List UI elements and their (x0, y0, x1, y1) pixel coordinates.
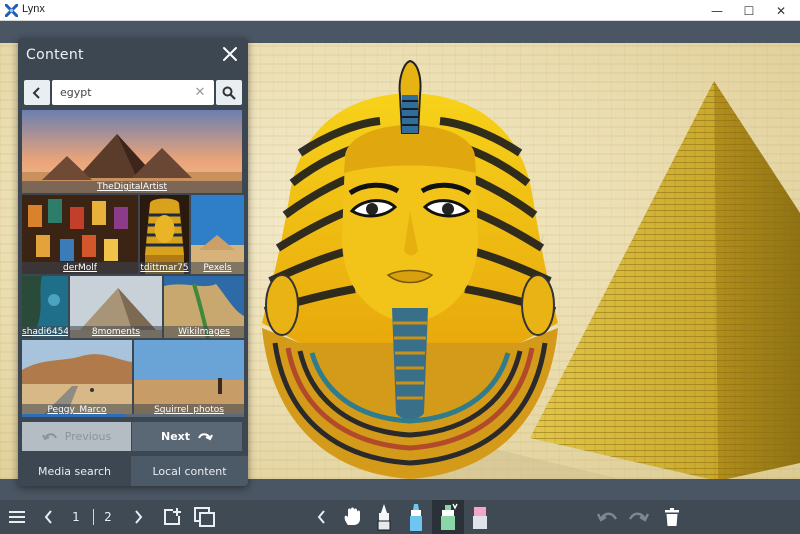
prev-page-button[interactable] (38, 500, 58, 534)
result-caption[interactable]: derMolf (22, 262, 138, 274)
panel-close-icon[interactable] (220, 44, 240, 64)
search-button[interactable] (216, 80, 242, 105)
search-input[interactable] (52, 80, 214, 105)
result-thumbnail[interactable]: derMolf (22, 195, 138, 274)
result-thumbnail[interactable]: TheDigitalArtist (22, 110, 242, 193)
redo-button[interactable] (626, 500, 652, 534)
undo-icon (596, 512, 618, 522)
add-page-button[interactable] (160, 500, 184, 534)
next-button[interactable]: Next (132, 422, 242, 451)
result-caption[interactable]: TheDigitalArtist (22, 181, 242, 193)
search-back-button[interactable] (24, 80, 50, 105)
redo-icon (628, 512, 650, 522)
content-panel: Content ✕ (18, 38, 248, 486)
close-window-button[interactable]: ✕ (765, 0, 797, 21)
chevron-left-icon (32, 86, 40, 99)
eraser-tool-button[interactable] (468, 500, 492, 534)
search-icon (222, 86, 236, 100)
highlighter-icon (441, 503, 458, 530)
pages-button[interactable] (192, 500, 218, 534)
result-caption[interactable]: tdittmar75 (140, 262, 189, 274)
pen-icon (377, 504, 391, 531)
collapse-icon (317, 510, 325, 524)
panel-title: Content (26, 47, 84, 63)
highlighter-tool-button[interactable] (432, 500, 464, 534)
minimize-button[interactable]: — (701, 0, 733, 21)
total-pages[interactable]: 2 (100, 500, 116, 534)
result-thumbnail[interactable]: Peggy_Marco (22, 340, 132, 416)
undo-button[interactable] (594, 500, 620, 534)
delete-button[interactable] (660, 500, 684, 534)
previous-label: Previous (64, 430, 112, 443)
search-results-grid: TheDigitalArtist derMolf tdittmar75 Pexe… (22, 110, 244, 420)
result-thumbnail[interactable]: Pexels (191, 195, 244, 274)
undo-arrow-icon (41, 432, 57, 440)
maximize-button[interactable]: ☐ (733, 0, 765, 21)
add-page-icon (164, 508, 181, 525)
results-pagination: Previous Next (22, 422, 242, 451)
window-title: Lynx (22, 3, 45, 15)
result-thumbnail[interactable]: tdittmar75 (140, 195, 189, 274)
pyramid-right-bricks (714, 81, 800, 479)
result-thumbnail[interactable]: 8moments (70, 276, 162, 338)
search-row: ✕ (24, 80, 242, 105)
scroll-indicator-fill (22, 414, 127, 417)
hand-icon (344, 507, 360, 525)
pages-icon (194, 507, 215, 527)
result-thumbnail[interactable]: shadi6454 (22, 276, 68, 338)
bottom-toolbar: 1 2 (0, 500, 800, 534)
next-page-button[interactable] (128, 500, 148, 534)
next-page-icon (134, 510, 142, 524)
prev-page-icon (44, 510, 52, 524)
marker-tool-button[interactable] (404, 500, 428, 534)
menu-icon (9, 511, 25, 523)
trash-icon (665, 508, 679, 526)
next-label: Next (160, 430, 191, 443)
tab-media-search[interactable]: Media search (18, 456, 131, 486)
panel-tabs: Media search Local content (18, 456, 248, 486)
result-thumbnail[interactable]: WikiImages (164, 276, 244, 338)
clear-search-icon[interactable]: ✕ (192, 85, 208, 101)
result-caption[interactable]: 8moments (70, 326, 162, 338)
result-caption[interactable]: Pexels (191, 262, 244, 274)
redo-arrow-icon (198, 432, 213, 440)
pen-tool-button[interactable] (372, 500, 396, 534)
pyramid-left-bricks (530, 81, 718, 479)
eraser-icon (473, 507, 487, 529)
result-caption[interactable]: WikiImages (164, 326, 244, 338)
collapse-tools-button[interactable] (312, 500, 330, 534)
marker-icon (410, 504, 422, 531)
window-titlebar: Lynx — ☐ ✕ (0, 0, 800, 21)
tutankhamun-mask (262, 59, 558, 479)
results-scroll-indicator[interactable] (22, 414, 244, 417)
hand-tool-button[interactable] (340, 500, 364, 534)
lynx-logo-icon (5, 4, 18, 17)
page-separator (93, 509, 94, 525)
result-thumbnail[interactable]: Squirrel_photos (134, 340, 244, 416)
result-caption[interactable]: shadi6454 (22, 326, 68, 338)
current-page[interactable]: 1 (68, 500, 84, 534)
menu-button[interactable] (4, 500, 30, 534)
tab-local-content[interactable]: Local content (131, 456, 248, 486)
previous-button[interactable]: Previous (22, 422, 131, 451)
